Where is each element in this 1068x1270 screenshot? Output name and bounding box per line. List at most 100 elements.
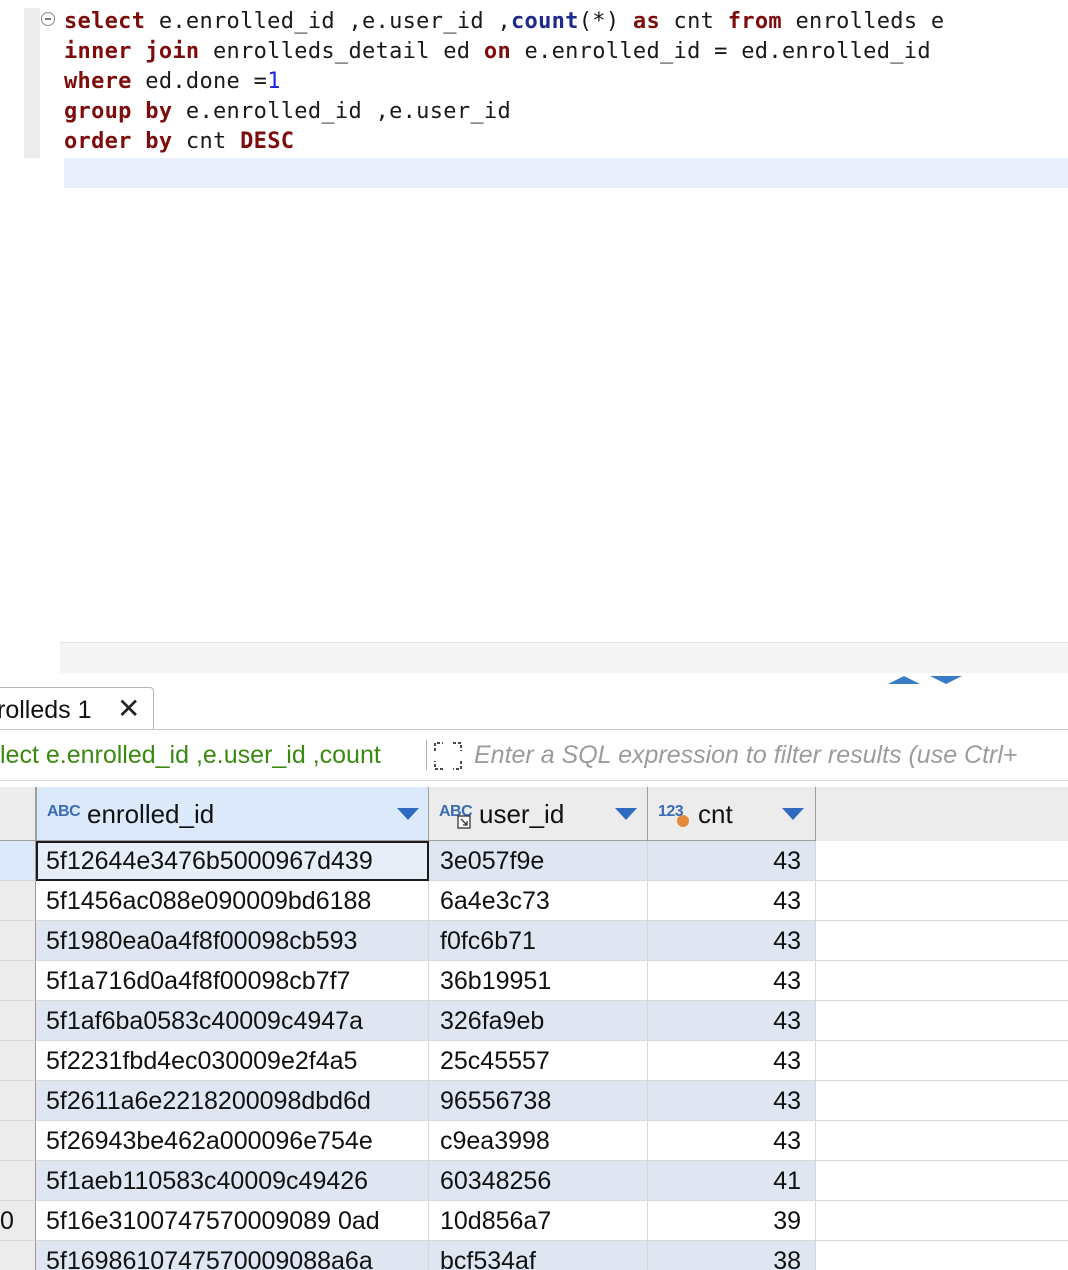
cell-enrolled-id[interactable]: 5f1456ac088e090009bd6188 — [36, 881, 429, 921]
restore-results-icon[interactable] — [930, 676, 962, 684]
sql-keyword: as — [632, 9, 661, 34]
cell-cnt[interactable]: 43 — [648, 921, 816, 961]
sort-dropdown-icon[interactable] — [782, 808, 804, 820]
table-row[interactable]: 5f1456ac088e090009bd6188 6a4e3c73 43 — [0, 881, 1068, 921]
cell-cnt[interactable]: 43 — [648, 1081, 816, 1121]
cell-user-id[interactable]: f0fc6b71 — [429, 921, 648, 961]
sql-number: 1 — [267, 69, 281, 94]
cell-enrolled-id[interactable]: 5f16e3100747570009089 0ad — [36, 1201, 429, 1241]
sql-keyword: on — [483, 39, 511, 64]
row-number-cell[interactable] — [0, 1241, 36, 1270]
cell-user-id[interactable]: 36b19951 — [429, 961, 648, 1001]
cell-enrolled-id[interactable]: 5f26943be462a000096e754e — [36, 1121, 429, 1161]
column-label: user_id — [479, 799, 565, 829]
cell-user-id[interactable]: 10d856a7 — [429, 1201, 648, 1241]
results-tab[interactable]: rolleds 1 ✕ — [0, 687, 154, 729]
cell-enrolled-id[interactable]: 5f1aeb110583c40009c49426 — [36, 1161, 429, 1201]
column-header-enrolled-id[interactable]: ABC enrolled_id — [36, 787, 429, 841]
row-number-cell[interactable] — [0, 1161, 36, 1201]
code-line-4[interactable]: group by e.enrolled_id ,e.user_id — [64, 97, 511, 127]
row-number-cell[interactable] — [0, 1081, 36, 1121]
cell-enrolled-id[interactable]: 5f1698610747570009088a6a — [36, 1241, 429, 1270]
row-number-cell[interactable] — [0, 1121, 36, 1161]
cell-cnt[interactable]: 41 — [648, 1161, 816, 1201]
sort-dropdown-icon[interactable] — [397, 808, 419, 820]
collapse-icon[interactable] — [41, 12, 55, 26]
table-row[interactable]: 5f1698610747570009088a6a bcf534af 38 — [0, 1241, 1068, 1270]
row-filler — [816, 1161, 1068, 1201]
sql-keyword: inner join — [64, 39, 200, 64]
table-row[interactable]: 5f26943be462a000096e754e c9ea3998 43 — [0, 1121, 1068, 1161]
computed-column-icon — [677, 815, 689, 827]
editor-horizontal-scrollbar[interactable] — [60, 642, 1068, 674]
code-line-1[interactable]: select e.enrolled_id ,e.user_id ,count(*… — [64, 7, 944, 37]
filter-input[interactable] — [474, 736, 1068, 774]
table-row[interactable]: 5f1aeb110583c40009c49426 60348256 41 — [0, 1161, 1068, 1201]
sql-keyword: DESC — [240, 129, 295, 154]
sql-keyword: group by — [64, 99, 173, 124]
cell-user-id[interactable]: bcf534af — [429, 1241, 648, 1270]
results-tab-bar: rolleds 1 ✕ — [0, 687, 1068, 730]
cell-cnt[interactable]: 43 — [648, 1121, 816, 1161]
table-row[interactable]: 5f12644e3476b5000967d439 3e057f9e 43 — [0, 841, 1068, 881]
cell-cnt[interactable]: 43 — [648, 1041, 816, 1081]
row-number-cell[interactable] — [0, 961, 36, 1001]
table-row[interactable]: 5f1af6ba0583c40009c4947a 326fa9eb 43 — [0, 1001, 1068, 1041]
sort-dropdown-icon[interactable] — [615, 808, 637, 820]
sql-text: enrolleds_detail ed — [199, 39, 484, 64]
row-number-cell[interactable] — [0, 881, 36, 921]
filter-bar: lect e.enrolled_id ,e.user_id ,count — [0, 730, 1068, 781]
row-filler — [816, 1001, 1068, 1041]
current-line-highlight — [64, 158, 1068, 188]
sql-text: enrolleds e — [781, 9, 945, 34]
cell-enrolled-id[interactable]: 5f1980ea0a4f8f00098cb593 — [36, 921, 429, 961]
row-filler — [816, 841, 1068, 881]
row-number-cell[interactable] — [0, 921, 36, 961]
cell-user-id[interactable]: 326fa9eb — [429, 1001, 648, 1041]
cell-user-id[interactable]: 6a4e3c73 — [429, 881, 648, 921]
table-row[interactable]: 5f1980ea0a4f8f00098cb593 f0fc6b71 43 — [0, 921, 1068, 961]
cell-user-id[interactable]: 3e057f9e — [429, 841, 648, 881]
maximize-results-icon[interactable] — [888, 676, 920, 684]
row-number-cell[interactable] — [0, 1001, 36, 1041]
cell-enrolled-id[interactable]: 5f1a716d0a4f8f00098cb7f7 — [36, 961, 429, 1001]
row-number-cell[interactable]: 0 — [0, 1201, 36, 1241]
query-preview[interactable]: lect e.enrolled_id ,e.user_id ,count — [0, 741, 381, 770]
cell-user-id[interactable]: c9ea3998 — [429, 1121, 648, 1161]
cell-cnt[interactable]: 43 — [648, 881, 816, 921]
close-icon[interactable]: ✕ — [117, 692, 140, 725]
expand-icon[interactable] — [432, 740, 464, 772]
sql-text: ed.done = — [131, 69, 268, 94]
cell-cnt[interactable]: 43 — [648, 841, 816, 881]
row-number-header[interactable] — [0, 787, 36, 841]
row-number-cell[interactable] — [0, 841, 36, 881]
result-grid[interactable]: ABC enrolled_id ABC user_id 123 cnt 5f12… — [0, 787, 1068, 1270]
column-header-user-id[interactable]: ABC user_id — [429, 787, 648, 841]
header-filler — [816, 787, 1068, 841]
code-line-3[interactable]: where ed.done =1 — [64, 67, 281, 97]
sql-text: e.enrolled_id = ed.enrolled_id — [511, 39, 931, 64]
row-filler — [816, 921, 1068, 961]
cell-enrolled-id[interactable]: 5f2231fbd4ec030009e2f4a5 — [36, 1041, 429, 1081]
cell-user-id[interactable]: 96556738 — [429, 1081, 648, 1121]
table-row[interactable]: 5f2611a6e2218200098dbd6d 96556738 43 — [0, 1081, 1068, 1121]
cell-cnt[interactable]: 39 — [648, 1201, 816, 1241]
table-row[interactable]: 5f2231fbd4ec030009e2f4a5 25c45557 43 — [0, 1041, 1068, 1081]
cell-enrolled-id[interactable]: 5f1af6ba0583c40009c4947a — [36, 1001, 429, 1041]
table-row[interactable]: 5f1a716d0a4f8f00098cb7f7 36b19951 43 — [0, 961, 1068, 1001]
cell-cnt[interactable]: 43 — [648, 961, 816, 1001]
row-number-cell[interactable] — [0, 1041, 36, 1081]
cell-enrolled-id[interactable]: 5f2611a6e2218200098dbd6d — [36, 1081, 429, 1121]
cell-user-id[interactable]: 25c45557 — [429, 1041, 648, 1081]
code-line-2[interactable]: inner join enrolleds_detail ed on e.enro… — [64, 37, 931, 67]
cell-user-id[interactable]: 60348256 — [429, 1161, 648, 1201]
cell-cnt[interactable]: 43 — [648, 1001, 816, 1041]
sql-keyword: select — [64, 9, 146, 34]
cell-enrolled-id[interactable]: 5f12644e3476b5000967d439 — [36, 841, 429, 881]
cell-cnt[interactable]: 38 — [648, 1241, 816, 1270]
column-header-cnt[interactable]: 123 cnt — [648, 787, 816, 841]
table-row[interactable]: 0 5f16e3100747570009089 0ad 10d856a7 39 — [0, 1201, 1068, 1241]
column-label: cnt — [698, 799, 733, 829]
sql-editor[interactable]: select e.enrolled_id ,e.user_id ,count(*… — [0, 0, 1068, 642]
code-line-5[interactable]: order by cnt DESC — [64, 127, 294, 157]
